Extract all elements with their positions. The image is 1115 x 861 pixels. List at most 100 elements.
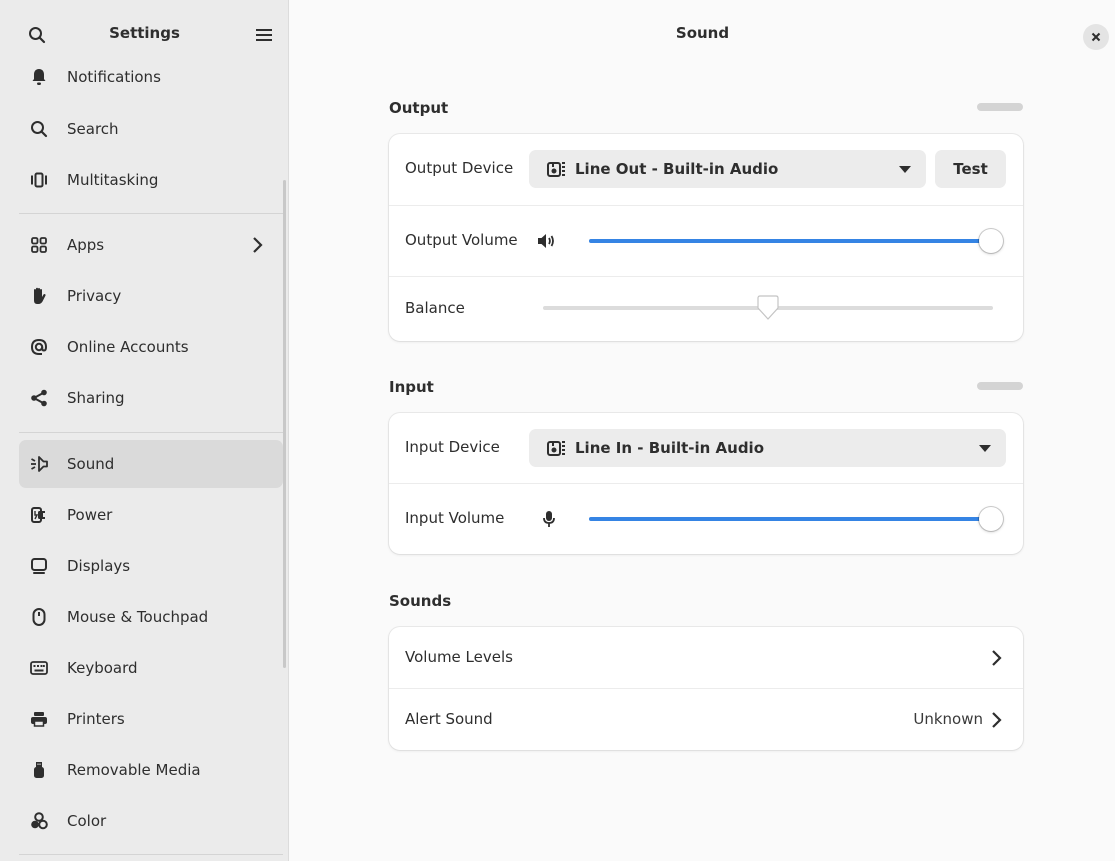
- mouse-icon: [29, 607, 49, 627]
- dropdown-caret-icon: [899, 166, 911, 173]
- output-device-label: Output Device: [405, 159, 514, 177]
- output-card: Output Device Line Out - Built-in Audio …: [389, 134, 1023, 341]
- input-device-dropdown[interactable]: Line In - Built-in Audio: [529, 429, 1006, 467]
- sidebar-item-multitasking[interactable]: Multitasking: [19, 156, 283, 204]
- volume-levels-label: Volume Levels: [405, 648, 513, 666]
- sidebar-separator: [19, 213, 283, 214]
- input-volume-fill: [589, 517, 991, 521]
- test-button[interactable]: Test: [935, 150, 1006, 188]
- input-section-title: Input: [389, 378, 434, 396]
- audio-card-icon: [547, 438, 567, 458]
- output-device-value: Line Out - Built-in Audio: [575, 160, 779, 178]
- output-device-dropdown[interactable]: Line Out - Built-in Audio: [529, 150, 926, 188]
- sidebar-item-sound[interactable]: Sound: [19, 440, 283, 488]
- sidebar-item-displays[interactable]: Displays: [19, 542, 283, 590]
- sidebar-item-mouse-touchpad[interactable]: Mouse & Touchpad: [19, 593, 283, 641]
- sidebar-item-label: Displays: [67, 557, 131, 575]
- close-icon: [1091, 32, 1101, 42]
- sidebar-item-label: Printers: [67, 710, 125, 728]
- sidebar-item-label: Power: [67, 506, 113, 524]
- sidebar-item-apps[interactable]: Apps: [19, 221, 283, 269]
- speaker-volume-icon: [537, 231, 557, 251]
- power-plug-icon: [29, 505, 49, 525]
- input-device-value: Line In - Built-in Audio: [575, 439, 765, 457]
- output-device-row: Output Device Line Out - Built-in Audio …: [389, 134, 1023, 205]
- sounds-card: Volume Levels Alert Sound Unknown: [389, 627, 1023, 750]
- input-card: Input Device Line In - Built-in Audio In…: [389, 413, 1023, 554]
- output-level-indicator: [977, 103, 1023, 111]
- page-title: Sound: [675, 24, 730, 42]
- hamburger-menu-icon: [256, 29, 272, 41]
- sidebar-item-notifications[interactable]: Notifications: [19, 53, 283, 101]
- chevron-right-icon: [992, 712, 1002, 728]
- hand-icon: [29, 286, 49, 306]
- dropdown-caret-icon: [979, 445, 991, 452]
- sidebar-item-color[interactable]: Color: [19, 797, 283, 845]
- alert-sound-value: Unknown: [913, 710, 983, 728]
- sidebar-item-removable-media[interactable]: Removable Media: [19, 746, 283, 794]
- settings-window: Settings Notifications Search Multitaski…: [0, 0, 1115, 861]
- input-volume-label: Input Volume: [405, 509, 505, 527]
- at-sign-icon: [29, 337, 49, 357]
- sidebar-item-label: Notifications: [67, 68, 161, 86]
- sidebar-item-online-accounts[interactable]: Online Accounts: [19, 323, 283, 371]
- input-level-indicator: [977, 382, 1023, 390]
- sidebar-item-sharing[interactable]: Sharing: [19, 374, 283, 422]
- main-menu-button[interactable]: [246, 18, 282, 52]
- chevron-right-icon: [253, 237, 263, 253]
- sidebar-scrollbar[interactable]: [283, 180, 286, 668]
- sidebar-item-label: Mouse & Touchpad: [67, 608, 209, 626]
- alert-sound-label: Alert Sound: [405, 710, 493, 728]
- sidebar-separator: [19, 432, 283, 433]
- sidebar-item-label: Keyboard: [67, 659, 138, 677]
- input-device-row: Input Device Line In - Built-in Audio: [389, 413, 1023, 483]
- share-icon: [29, 388, 49, 408]
- sidebar-item-privacy[interactable]: Privacy: [19, 272, 283, 320]
- sidebar-item-label: Sound: [67, 455, 115, 473]
- sidebar-item-label: Multitasking: [67, 171, 159, 189]
- sidebar-item-search[interactable]: Search: [19, 105, 283, 153]
- input-volume-slider[interactable]: [589, 517, 991, 521]
- close-button[interactable]: [1083, 24, 1109, 50]
- sidebar-item-keyboard[interactable]: Keyboard: [19, 644, 283, 692]
- audio-card-icon: [547, 159, 567, 179]
- sidebar: Settings Notifications Search Multitaski…: [0, 0, 289, 861]
- sidebar-item-label: Removable Media: [67, 761, 201, 779]
- microphone-icon: [539, 509, 559, 529]
- input-device-label: Input Device: [405, 438, 500, 456]
- sidebar-item-label: Online Accounts: [67, 338, 189, 356]
- balance-knob[interactable]: [756, 295, 780, 321]
- sidebar-item-printers[interactable]: Printers: [19, 695, 283, 743]
- balance-label: Balance: [405, 299, 465, 317]
- sidebar-item-label: Sharing: [67, 389, 125, 407]
- speaker-icon: [29, 454, 49, 474]
- output-volume-knob[interactable]: [979, 229, 1003, 253]
- sidebar-item-power[interactable]: Power: [19, 491, 283, 539]
- sidebar-item-label: Color: [67, 812, 107, 830]
- output-volume-label: Output Volume: [405, 231, 518, 249]
- monitor-icon: [29, 556, 49, 576]
- apps-grid-icon: [29, 235, 49, 255]
- search-icon: [29, 119, 49, 139]
- output-volume-fill: [589, 239, 991, 243]
- input-volume-knob[interactable]: [979, 507, 1003, 531]
- output-volume-row: Output Volume: [389, 206, 1023, 276]
- keyboard-icon: [29, 658, 49, 678]
- bell-icon: [29, 67, 49, 87]
- output-section-title: Output: [389, 99, 449, 117]
- sounds-section-title: Sounds: [389, 592, 452, 610]
- alert-sound-row[interactable]: Alert Sound Unknown: [389, 689, 1023, 750]
- chevron-right-icon: [992, 650, 1002, 666]
- sidebar-item-label: Apps: [67, 236, 105, 254]
- color-icon: [29, 811, 49, 831]
- balance-row: Balance: [389, 277, 1023, 341]
- sidebar-item-label: Privacy: [67, 287, 122, 305]
- usb-icon: [29, 760, 49, 780]
- sidebar-separator: [19, 854, 283, 855]
- printer-icon: [29, 709, 49, 729]
- main-content: Sound Output Output Device Line Out - Bu…: [290, 0, 1115, 861]
- sidebar-item-label: Search: [67, 120, 119, 138]
- output-volume-slider[interactable]: [589, 239, 991, 243]
- multitasking-icon: [29, 170, 49, 190]
- volume-levels-row[interactable]: Volume Levels: [389, 627, 1023, 688]
